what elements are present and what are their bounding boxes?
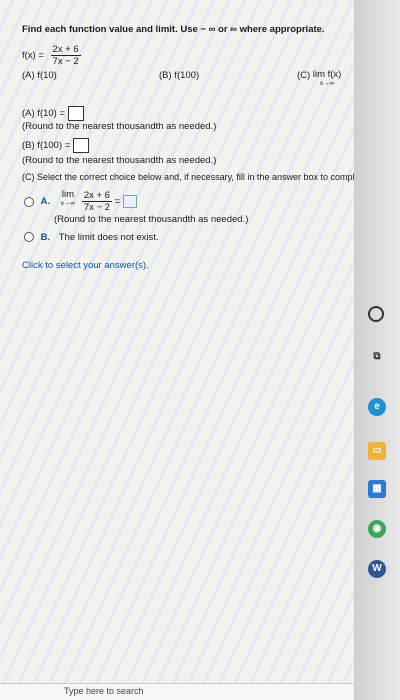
option-a-limit: lim x→∞ [61,190,75,208]
answer-a-row: (A) f(10) = [22,106,84,121]
part-b-label: (B) f(100) [159,70,200,81]
answer-b-note: (Round to the nearest thousandth as need… [22,155,217,166]
taskbar-search[interactable]: Type here to search [0,683,400,700]
store-icon[interactable]: ▦ [368,480,386,498]
option-b-radio[interactable] [24,232,34,243]
function-fraction: 2x + 6 7x − 2 [50,44,81,67]
footer-link[interactable]: Click to select your answer(s). [22,260,149,271]
answer-b-prefix: (B) f(100) = [22,140,71,152]
cortana-icon[interactable] [368,306,384,322]
taskbar-search-input[interactable]: Type here to search [64,686,144,696]
option-a-numerator: 2x + 6 [81,190,112,202]
option-a-input[interactable] [122,195,137,208]
answer-a-input[interactable] [67,106,84,121]
edge-icon[interactable]: e [368,398,386,416]
option-a-row[interactable]: A. lim x→∞ 2x + 6 7x − 2 = [24,190,137,213]
option-b-text[interactable]: The limit does not exist. [59,232,159,243]
word-icon[interactable]: W [368,560,386,578]
answer-b-input[interactable] [72,138,89,153]
answer-a-note: (Round to the nearest thousandth as need… [22,121,217,132]
part-c-limit: lim f(x) x→∞ [313,70,342,88]
task-view-icon[interactable]: ⧉ [368,348,386,366]
function-denominator: 7x − 2 [52,56,79,67]
part-a-label: (A) f(10) [22,70,57,81]
option-a-denominator: 7x − 2 [83,202,110,213]
part-c-label: (C) lim f(x) x→∞ [297,70,341,88]
option-a-radio[interactable] [24,196,34,207]
option-a-fraction: 2x + 6 7x − 2 [81,190,112,213]
problem-heading: Find each function value and limit. Use … [22,24,325,35]
answer-c-prompt: (C) Select the correct choice below and,… [22,172,400,182]
windows-taskbar: Type here to search ⧉ e ▭ ▦ ◉ W [0,0,400,700]
function-definition: f(x) = 2x + 6 7x − 2 [22,44,81,67]
footer-instruction: Click to select your answer(s). [22,260,149,271]
option-a-label[interactable]: A. [41,196,51,207]
answer-a-prefix: (A) f(10) = [22,108,66,120]
answer-b-row: (B) f(100) = [22,138,89,153]
taskbar-strip [354,0,400,700]
function-numerator: 2x + 6 [50,44,81,56]
option-b-label[interactable]: B. [41,232,51,243]
file-explorer-icon[interactable]: ▭ [368,442,386,460]
chrome-icon[interactable]: ◉ [368,520,386,538]
option-a-lim-sub: x→∞ [60,200,76,207]
part-c-prefix: (C) [297,70,311,81]
part-c-lim-sub: x→∞ [319,80,335,87]
option-b-row[interactable]: B. The limit does not exist. [24,232,159,243]
option-a-note: (Round to the nearest thousandth as need… [54,214,249,225]
option-a-equals: = [114,196,121,208]
function-name: f(x) = [22,50,44,62]
